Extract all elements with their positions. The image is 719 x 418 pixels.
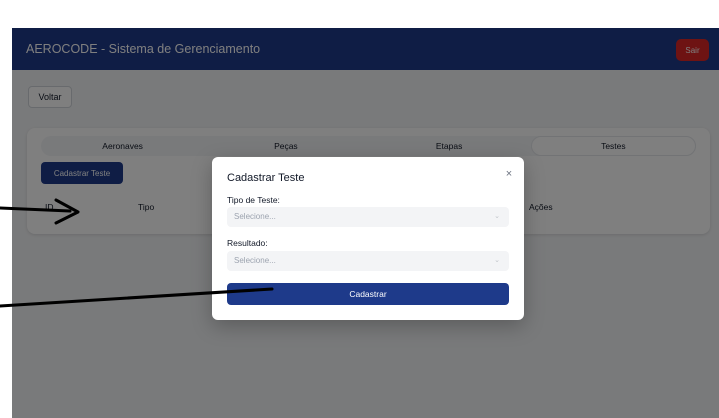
- result-select-value: Selecione...: [234, 256, 276, 265]
- test-type-select[interactable]: Selecione... ⌄: [227, 207, 509, 227]
- submit-button[interactable]: Cadastrar: [227, 283, 509, 305]
- result-label: Resultado:: [227, 238, 268, 248]
- register-test-modal: Cadastrar Teste × Tipo de Teste: Selecio…: [212, 157, 524, 320]
- app-window: AEROCODE - Sistema de Gerenciamento Sair…: [12, 28, 719, 418]
- chevron-down-icon: ⌄: [494, 213, 500, 220]
- screenshot-frame: AEROCODE - Sistema de Gerenciamento Sair…: [0, 0, 719, 418]
- test-type-select-value: Selecione...: [234, 212, 276, 221]
- test-type-label: Tipo de Teste:: [227, 195, 280, 205]
- result-select[interactable]: Selecione... ⌄: [227, 251, 509, 271]
- modal-title: Cadastrar Teste: [227, 172, 305, 184]
- close-icon[interactable]: ×: [502, 167, 516, 181]
- chevron-down-icon: ⌄: [494, 257, 500, 264]
